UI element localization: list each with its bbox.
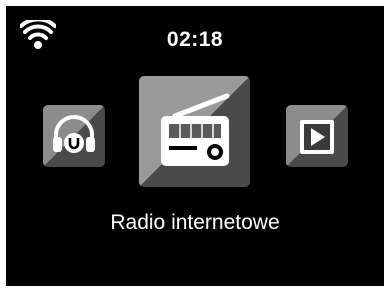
radio-icon (139, 76, 250, 187)
menu-item-upnp[interactable] (43, 105, 105, 167)
menu-item-media-player[interactable] (286, 105, 348, 167)
device-screen: 02:18 Radio internetowe (6, 6, 384, 286)
clock-time: 02:18 (166, 28, 224, 51)
selected-mode-label: Radio internetowe (110, 211, 280, 234)
play-icon (286, 105, 348, 167)
menu-item-internet-radio[interactable] (139, 76, 250, 187)
upnp-headphones-icon (43, 105, 105, 167)
